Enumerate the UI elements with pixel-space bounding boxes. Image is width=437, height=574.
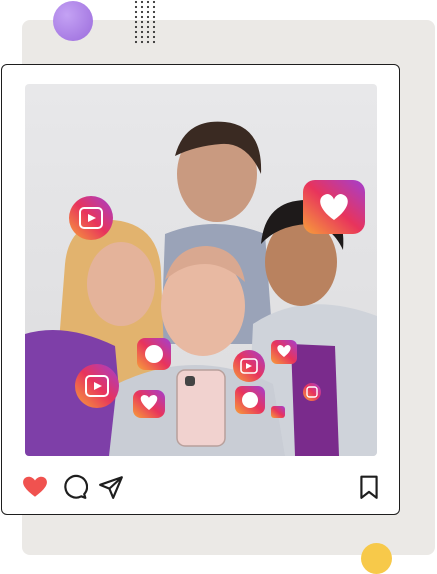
decorative-dot bbox=[146, 20, 150, 24]
reels-icon bbox=[233, 350, 265, 382]
group-selfie-illustration bbox=[25, 121, 377, 456]
reels-icon bbox=[75, 364, 119, 408]
decorative-yellow-circle bbox=[361, 543, 392, 574]
share-button[interactable] bbox=[98, 474, 124, 500]
decorative-purple-circle bbox=[53, 1, 93, 41]
like-notification-icon bbox=[303, 180, 365, 234]
decorative-dot bbox=[152, 25, 156, 29]
decorative-dot bbox=[140, 25, 144, 29]
decorative-dot bbox=[146, 25, 150, 29]
decorative-dot bbox=[146, 5, 150, 9]
like-notification-icon bbox=[133, 390, 165, 418]
decorative-dot bbox=[140, 35, 144, 39]
camera-icon bbox=[303, 383, 321, 401]
decorative-dot bbox=[134, 10, 138, 14]
decorative-dot bbox=[140, 0, 144, 4]
decorative-dot bbox=[140, 10, 144, 14]
decorative-dot bbox=[152, 30, 156, 34]
save-button[interactable] bbox=[356, 474, 382, 500]
like-notification-icon bbox=[271, 340, 297, 364]
decorative-dot bbox=[146, 40, 150, 44]
comment-notification-icon bbox=[235, 386, 265, 414]
decorative-dot bbox=[152, 20, 156, 24]
decorative-dot bbox=[152, 35, 156, 39]
decorative-dot bbox=[140, 5, 144, 9]
decorative-dot bbox=[134, 30, 138, 34]
post-action-bar bbox=[22, 474, 382, 500]
decorative-dot bbox=[140, 30, 144, 34]
decorative-dot bbox=[152, 5, 156, 9]
decorative-dot bbox=[140, 40, 144, 44]
decorative-dot-grid bbox=[134, 0, 156, 44]
decorative-dot bbox=[146, 10, 150, 14]
decorative-dot bbox=[152, 40, 156, 44]
decorative-dot bbox=[134, 20, 138, 24]
comment-notification-icon bbox=[137, 338, 171, 370]
decorative-dot bbox=[152, 0, 156, 4]
reels-icon bbox=[69, 196, 113, 240]
bookmark-icon bbox=[360, 475, 378, 499]
decorative-dot bbox=[134, 35, 138, 39]
comment-icon bbox=[64, 474, 88, 499]
decorative-dot bbox=[146, 0, 150, 4]
decorative-dot bbox=[146, 30, 150, 34]
decorative-dot bbox=[140, 20, 144, 24]
decorative-dot bbox=[134, 5, 138, 9]
decorative-dot bbox=[152, 10, 156, 14]
decorative-dot bbox=[152, 15, 156, 19]
decorative-dot bbox=[146, 15, 150, 19]
post-photo[interactable] bbox=[25, 84, 377, 456]
decorative-dot bbox=[134, 40, 138, 44]
share-icon bbox=[99, 476, 123, 499]
decorative-dot bbox=[146, 35, 150, 39]
heart-icon bbox=[23, 476, 47, 497]
like-notification-icon bbox=[271, 406, 285, 418]
decorative-dot bbox=[134, 15, 138, 19]
decorative-dot bbox=[134, 25, 138, 29]
like-button[interactable] bbox=[22, 474, 48, 500]
decorative-dot bbox=[140, 15, 144, 19]
comment-button[interactable] bbox=[62, 474, 88, 500]
decorative-dot bbox=[134, 0, 138, 4]
